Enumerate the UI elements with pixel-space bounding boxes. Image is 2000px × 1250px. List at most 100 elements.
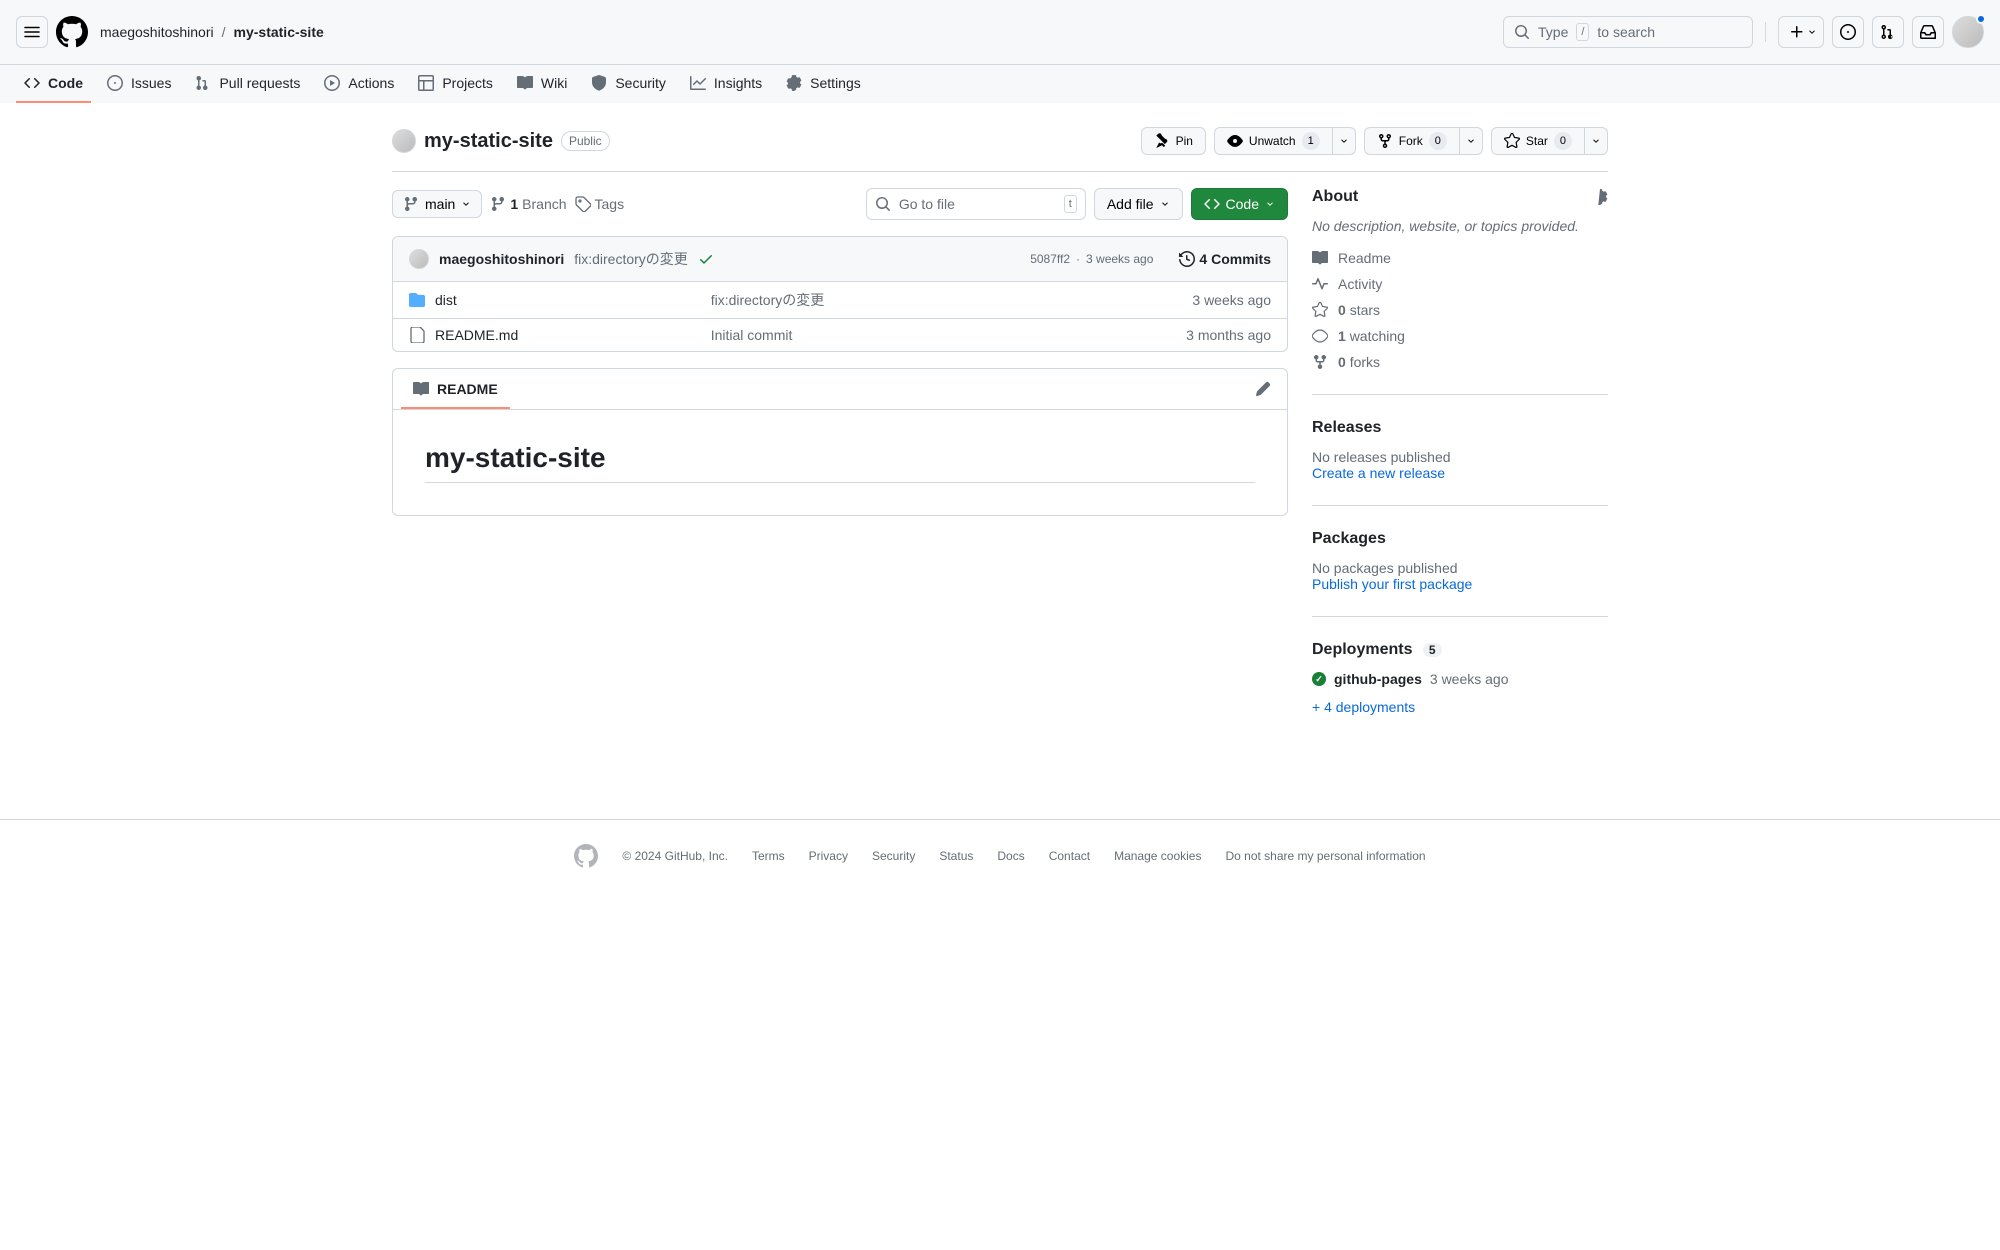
readme-tab[interactable]: README <box>401 369 510 409</box>
tab-insights[interactable]: Insights <box>682 65 770 103</box>
pull-requests-button[interactable] <box>1872 16 1904 48</box>
file-commit-msg-link[interactable]: fix:directoryの変更 <box>711 292 825 308</box>
footer-link[interactable]: Contact <box>1049 849 1090 863</box>
plus-icon <box>1789 24 1805 40</box>
forks-link[interactable]: 0 forks <box>1312 354 1608 370</box>
repo-forked-icon <box>1377 133 1393 149</box>
packages-none: No packages published <box>1312 560 1608 576</box>
add-file-button[interactable]: Add file <box>1094 188 1183 220</box>
create-new-dropdown[interactable] <box>1778 16 1824 48</box>
git-branch-icon <box>403 196 419 212</box>
footer-link[interactable]: Privacy <box>809 849 848 863</box>
github-mark-icon[interactable] <box>574 844 598 868</box>
code-download-button[interactable]: Code <box>1191 188 1288 220</box>
table-icon <box>418 75 434 91</box>
tab-issues[interactable]: Issues <box>99 65 179 103</box>
star-button[interactable]: Star 0 <box>1491 127 1585 155</box>
git-branch-icon <box>490 196 506 212</box>
tags-link[interactable]: Tags <box>575 196 625 212</box>
watch-dropdown[interactable] <box>1333 127 1356 155</box>
commit-author-avatar[interactable] <box>409 249 429 269</box>
footer-link[interactable]: Security <box>872 849 915 863</box>
deployments-header[interactable]: Deployments <box>1312 641 1412 658</box>
chevron-down-icon <box>1160 199 1170 209</box>
activity-link[interactable]: Activity <box>1312 276 1608 292</box>
fork-dropdown[interactable] <box>1460 127 1483 155</box>
tab-security[interactable]: Security <box>583 65 674 103</box>
footer-link[interactable]: Do not share my personal information <box>1225 849 1425 863</box>
owner-link[interactable]: maegoshitoshinori <box>100 24 214 40</box>
file-date: 3 months ago <box>1186 327 1271 343</box>
tab-code[interactable]: Code <box>16 65 91 103</box>
star-icon <box>1504 133 1520 149</box>
check-icon[interactable] <box>698 251 714 267</box>
releases-header[interactable]: Releases <box>1312 419 1381 437</box>
unwatch-button[interactable]: Unwatch 1 <box>1214 127 1333 155</box>
issue-opened-icon <box>1840 24 1856 40</box>
eye-icon <box>1312 328 1328 344</box>
search-placeholder-prefix: Type <box>1538 24 1568 40</box>
footer-link[interactable]: Terms <box>752 849 785 863</box>
play-icon <box>324 75 340 91</box>
breadcrumb: maegoshitoshinori / my-static-site <box>100 24 324 40</box>
more-deployments-link[interactable]: + 4 deployments <box>1312 699 1415 715</box>
inbox-icon <box>1920 24 1936 40</box>
user-avatar[interactable] <box>1952 16 1984 48</box>
repo-link[interactable]: my-static-site <box>234 24 324 40</box>
commit-sha-link[interactable]: 5087ff2 <box>1030 252 1070 266</box>
code-icon <box>24 75 40 91</box>
commit-message-link[interactable]: fix:directoryの変更 <box>574 249 688 269</box>
file-name-link[interactable]: dist <box>435 292 457 308</box>
owner-avatar[interactable] <box>392 129 416 153</box>
deployment-item[interactable]: github-pages 3 weeks ago <box>1312 671 1608 687</box>
search-input[interactable]: Type / to search <box>1503 16 1753 48</box>
chevron-down-icon <box>1265 199 1275 209</box>
tab-wiki[interactable]: Wiki <box>509 65 575 103</box>
github-logo[interactable] <box>56 16 88 48</box>
github-mark-icon <box>56 16 88 48</box>
notifications-button[interactable] <box>1912 16 1944 48</box>
pin-button[interactable]: Pin <box>1141 127 1206 155</box>
tab-actions[interactable]: Actions <box>316 65 402 103</box>
publish-package-link[interactable]: Publish your first package <box>1312 576 1472 592</box>
repo-forked-icon <box>1312 354 1328 370</box>
file-row: distfix:directoryの変更3 weeks ago <box>393 282 1287 319</box>
commit-author-link[interactable]: maegoshitoshinori <box>439 251 564 267</box>
chevron-down-icon <box>1807 27 1817 37</box>
gear-icon <box>786 75 802 91</box>
graph-icon <box>690 75 706 91</box>
star-dropdown[interactable] <box>1585 127 1608 155</box>
stars-link[interactable]: 0 stars <box>1312 302 1608 318</box>
branch-picker[interactable]: main <box>392 190 482 218</box>
go-to-file-input[interactable]: Go to file t <box>866 188 1086 220</box>
notification-indicator <box>1976 14 1986 24</box>
repo-head: my-static-site Public Pin Unwatch 1 <box>392 119 1608 172</box>
branches-link[interactable]: 1 Branch <box>490 196 566 212</box>
repo-name[interactable]: my-static-site <box>424 130 553 153</box>
tab-projects[interactable]: Projects <box>410 65 501 103</box>
search-icon <box>1514 24 1530 40</box>
edit-readme-button[interactable] <box>1247 373 1279 405</box>
footer-link[interactable]: Docs <box>997 849 1024 863</box>
packages-header[interactable]: Packages <box>1312 530 1386 548</box>
fork-count: 0 <box>1429 132 1447 150</box>
file-name-link[interactable]: README.md <box>435 327 518 343</box>
create-release-link[interactable]: Create a new release <box>1312 465 1445 481</box>
tab-pulls[interactable]: Pull requests <box>187 65 308 103</box>
issues-button[interactable] <box>1832 16 1864 48</box>
tab-settings[interactable]: Settings <box>778 65 869 103</box>
file-commit-msg-link[interactable]: Initial commit <box>711 327 793 343</box>
star-count: 0 <box>1554 132 1572 150</box>
git-pull-request-icon <box>1880 24 1896 40</box>
readme-link[interactable]: Readme <box>1312 250 1608 266</box>
commit-time-link[interactable]: 3 weeks ago <box>1086 252 1153 266</box>
footer-link[interactable]: Manage cookies <box>1114 849 1201 863</box>
footer-link[interactable]: Status <box>939 849 973 863</box>
latest-commit-header: maegoshitoshinori fix:directoryの変更 5087f… <box>393 237 1287 282</box>
hamburger-menu[interactable] <box>16 16 48 48</box>
chevron-down-icon <box>1466 136 1476 146</box>
fork-button[interactable]: Fork 0 <box>1364 127 1460 155</box>
about-settings-button[interactable] <box>1592 189 1608 205</box>
commits-count-link[interactable]: 4 Commits <box>1179 251 1271 267</box>
watching-link[interactable]: 1 watching <box>1312 328 1608 344</box>
